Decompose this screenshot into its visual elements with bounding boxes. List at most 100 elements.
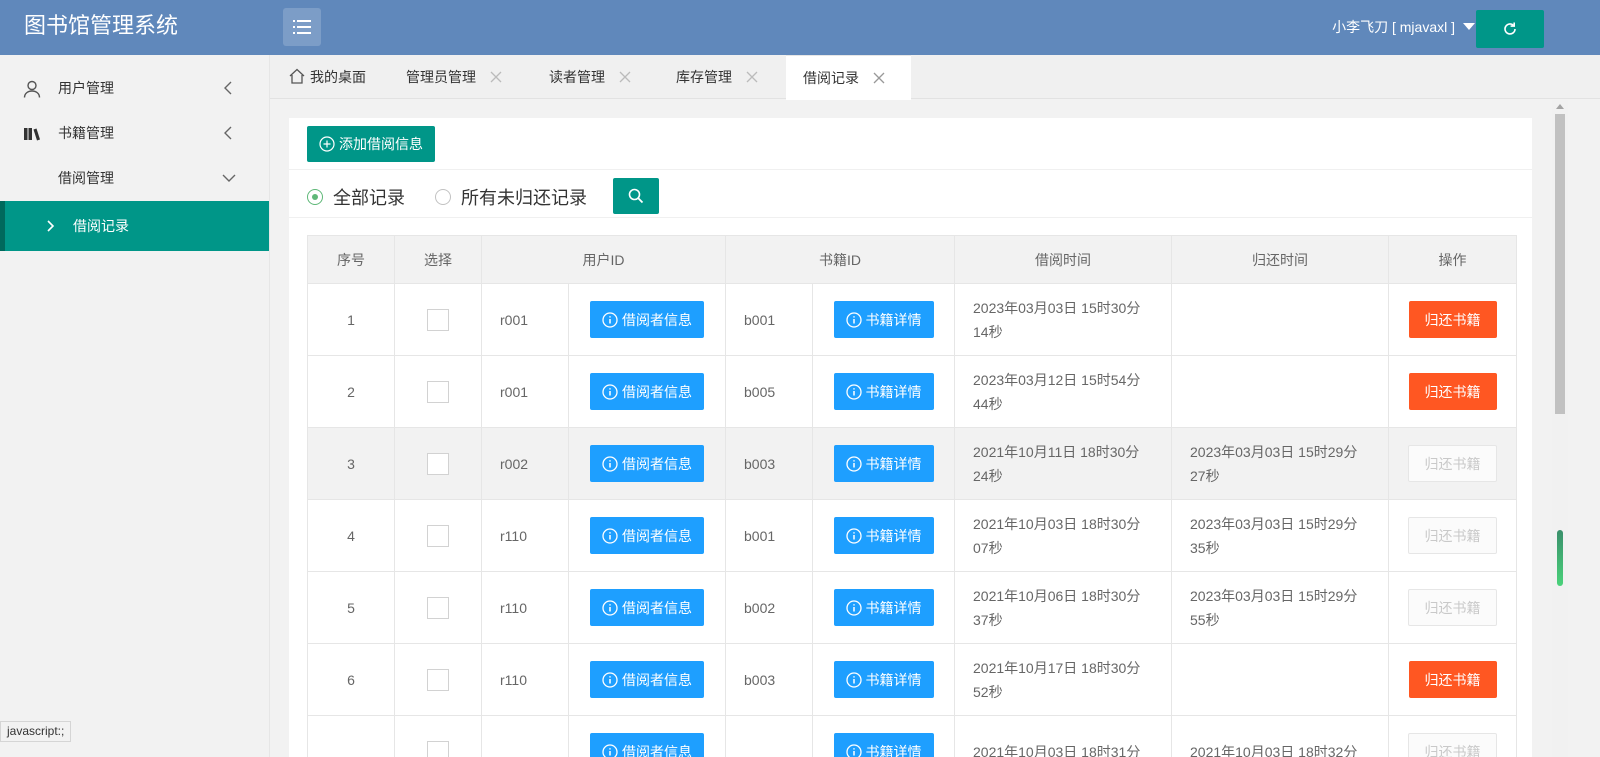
sidebar-item-borrow-records[interactable]: 借阅记录 — [0, 201, 269, 251]
tab-admin[interactable]: 管理员管理 — [406, 55, 502, 99]
button-label: 书籍详情 — [866, 310, 922, 330]
row-checkbox[interactable] — [427, 669, 449, 691]
column-header: 用户ID — [482, 236, 726, 284]
main-content: 添加借阅信息 全部记录 所有未归还记录 序号 选择 用户ID — [289, 118, 1532, 757]
row-number: 3 — [308, 428, 395, 500]
tab-inventory[interactable]: 库存管理 — [676, 55, 758, 99]
borrower-cell: 借阅者信息 — [569, 644, 726, 716]
add-borrow-label: 添加借阅信息 — [339, 134, 423, 154]
button-label: 书籍详情 — [866, 526, 922, 546]
return-book-button-disabled: 归还书籍 — [1408, 733, 1497, 757]
close-icon[interactable] — [619, 71, 631, 83]
chevron-right-icon — [45, 219, 57, 233]
book-details-button[interactable]: 书籍详情 — [834, 517, 934, 554]
info-icon — [602, 744, 618, 757]
info-icon — [846, 384, 862, 400]
borrower-cell: 借阅者信息 — [569, 428, 726, 500]
tab-home[interactable]: 我的桌面 — [288, 55, 366, 99]
row-checkbox[interactable] — [427, 453, 449, 475]
return-book-button[interactable]: 归还书籍 — [1409, 373, 1497, 410]
info-icon — [602, 672, 618, 688]
column-header: 选择 — [395, 236, 482, 284]
borrower-info-button[interactable]: 借阅者信息 — [590, 373, 704, 410]
radio-checked-icon — [307, 189, 323, 205]
action-cell: 归还书籍 — [1389, 572, 1517, 644]
sidebar-item-books[interactable]: 书籍管理 — [0, 111, 269, 156]
tab-bar: 我的桌面 管理员管理 读者管理 库存管理 借阅记录 — [270, 55, 1600, 99]
menu-toggle-button[interactable] — [283, 8, 321, 46]
user-menu[interactable]: 小李飞刀 [ mjavaxl ] — [1332, 0, 1475, 55]
borrow-time-line2: 14秒 — [973, 320, 1171, 344]
borrower-info-button[interactable]: 借阅者信息 — [590, 445, 704, 482]
tab-label: 我的桌面 — [310, 55, 366, 99]
book-details-button[interactable]: 书籍详情 — [834, 301, 934, 338]
book-cell: 书籍详情 — [813, 428, 955, 500]
row-checkbox[interactable] — [427, 741, 449, 757]
status-bar: javascript:; — [0, 721, 71, 742]
vertical-scrollbar[interactable] — [1552, 100, 1568, 757]
app-title: 图书馆管理系统 — [0, 0, 270, 55]
select-cell — [395, 644, 482, 716]
sidebar-item-borrow[interactable]: 借阅管理 — [0, 156, 269, 201]
row-number: 6 — [308, 644, 395, 716]
search-icon — [627, 187, 645, 205]
book-details-button[interactable]: 书籍详情 — [834, 733, 934, 757]
button-label: 借阅者信息 — [622, 310, 692, 330]
return-time-line2: 55秒 — [1190, 608, 1388, 632]
borrower-info-button[interactable]: 借阅者信息 — [590, 661, 704, 698]
sidebar-item-users[interactable]: 用户管理 — [0, 66, 269, 111]
borrower-info-button[interactable]: 借阅者信息 — [590, 733, 704, 757]
row-checkbox[interactable] — [427, 525, 449, 547]
toolbar: 添加借阅信息 — [289, 118, 1532, 170]
button-label: 书籍详情 — [866, 598, 922, 618]
borrow-time-line2: 44秒 — [973, 392, 1171, 416]
borrower-info-button[interactable]: 借阅者信息 — [590, 517, 704, 554]
book-details-button[interactable]: 书籍详情 — [834, 445, 934, 482]
borrower-cell: 借阅者信息 — [569, 284, 726, 356]
book-cell: 书籍详情 — [813, 356, 955, 428]
close-icon[interactable] — [746, 71, 758, 83]
borrow-time-line1: 2021年10月03日 18时31分 — [973, 740, 1171, 757]
book-cell: 书籍详情 — [813, 500, 955, 572]
button-label: 借阅者信息 — [622, 382, 692, 402]
return-book-button[interactable]: 归还书籍 — [1409, 301, 1497, 338]
tab-readers[interactable]: 读者管理 — [549, 55, 631, 99]
button-label: 书籍详情 — [866, 670, 922, 690]
row-checkbox[interactable] — [427, 597, 449, 619]
search-button[interactable] — [613, 178, 659, 214]
borrow-time-line2: 07秒 — [973, 536, 1171, 560]
add-borrow-button[interactable]: 添加借阅信息 — [307, 126, 435, 162]
row-checkbox[interactable] — [427, 381, 449, 403]
book-id: b002 — [726, 572, 813, 644]
borrower-cell: 借阅者信息 — [569, 356, 726, 428]
radio-unchecked-icon — [435, 189, 451, 205]
close-icon[interactable] — [873, 72, 885, 84]
table-row: 4r110借阅者信息b001书籍详情2021年10月03日 18时30分07秒2… — [308, 500, 1517, 572]
select-cell — [395, 572, 482, 644]
radio-unreturned-records[interactable]: 所有未归还记录 — [435, 184, 587, 210]
book-details-button[interactable]: 书籍详情 — [834, 373, 934, 410]
borrower-info-button[interactable]: 借阅者信息 — [590, 589, 704, 626]
tab-label: 借阅记录 — [803, 56, 859, 100]
scroll-up-icon[interactable] — [1556, 104, 1564, 109]
return-book-button[interactable]: 归还书籍 — [1409, 661, 1497, 698]
caret-down-icon — [1463, 23, 1475, 30]
close-icon[interactable] — [490, 71, 502, 83]
book-details-button[interactable]: 书籍详情 — [834, 589, 934, 626]
scroll-thumb[interactable] — [1555, 114, 1565, 414]
row-checkbox[interactable] — [427, 309, 449, 331]
refresh-button[interactable] — [1476, 10, 1544, 48]
tab-borrow-records[interactable]: 借阅记录 — [786, 55, 911, 100]
button-label: 借阅者信息 — [622, 670, 692, 690]
radio-label: 全部记录 — [333, 184, 405, 210]
radio-all-records[interactable]: 全部记录 — [307, 184, 405, 210]
row-number: 2 — [308, 356, 395, 428]
borrower-info-button[interactable]: 借阅者信息 — [590, 301, 704, 338]
table-row: 6r110借阅者信息b003书籍详情2021年10月17日 18时30分52秒归… — [308, 644, 1517, 716]
return-time: 2021年10月03日 18时32分 — [1172, 716, 1389, 757]
return-time — [1172, 356, 1389, 428]
borrow-time-line2: 37秒 — [973, 608, 1171, 632]
row-number: 1 — [308, 284, 395, 356]
book-cell: 书籍详情 — [813, 572, 955, 644]
book-details-button[interactable]: 书籍详情 — [834, 661, 934, 698]
